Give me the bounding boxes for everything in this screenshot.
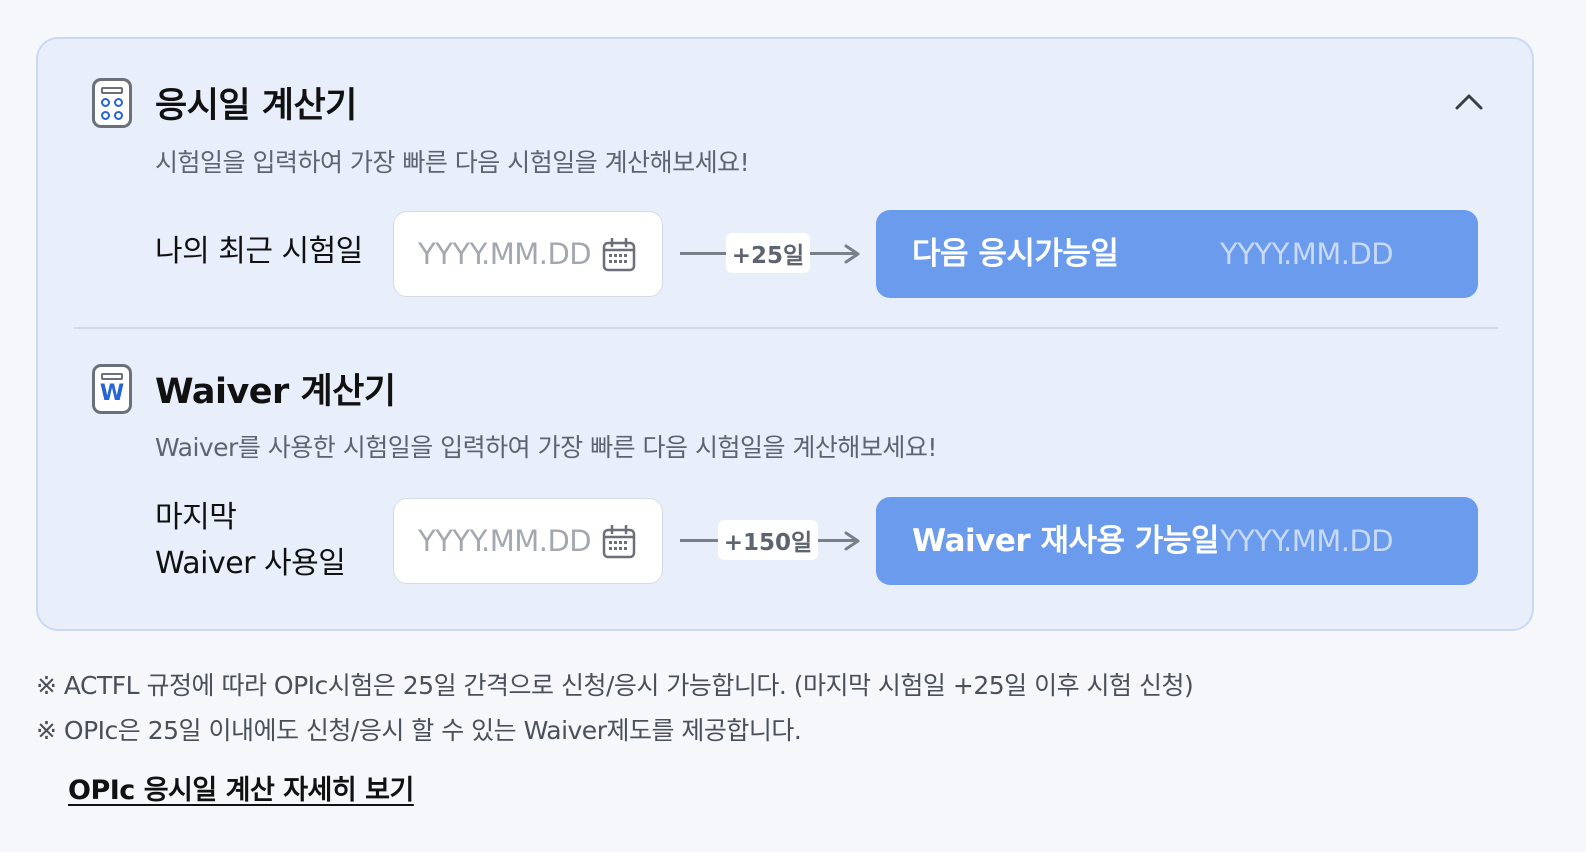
calculator-icon [92,77,132,128]
waiver-calculator-header: W Waiver 계산기 [92,363,396,414]
offset-badge: +150일 [718,520,818,560]
exam-date-calculator-header: 응시일 계산기 [92,77,357,128]
calendar-icon[interactable] [602,238,636,272]
last-waiver-date-label-line2: Waiver 사용일 [155,546,346,581]
recent-exam-date-label: 나의 최근 시험일 [155,234,363,269]
exam-date-calculator-description: 시험일을 입력하여 가장 빠른 다음 시험일을 계산해보세요! [155,148,750,177]
calculator-panel: 응시일 계산기 시험일을 입력하여 가장 빠른 다음 시험일을 계산해보세요! … [36,37,1534,631]
last-waiver-date-placeholder: YYYY.MM.DD [418,524,592,558]
note-waiver-system: ※ OPIc은 25일 이내에도 신청/응시 할 수 있는 Waiver제도를 … [36,716,802,745]
notes: ※ ACTFL 규정에 따라 OPIc시험은 25일 간격으로 신청/응시 가능… [36,668,1194,758]
offset-badge: +25일 [726,233,810,273]
exam-date-calculator-title: 응시일 계산기 [155,86,357,126]
last-waiver-date-label: 마지막 Waiver 사용일 [155,495,346,587]
next-available-date-result: 다음 응시가능일 YYYY.MM.DD [876,210,1478,298]
next-available-date-value: YYYY.MM.DD [1220,237,1394,271]
waiver-reuse-date-value: YYYY.MM.DD [1220,524,1394,558]
next-available-date-label: 다음 응시가능일 [912,236,1119,272]
recent-exam-date-placeholder: YYYY.MM.DD [418,237,592,271]
note-actfl-rule: ※ ACTFL 규정에 따라 OPIc시험은 25일 간격으로 신청/응시 가능… [36,671,1194,700]
detail-link[interactable]: OPIc 응시일 계산 자세히 보기 [68,768,414,807]
plus-150-days-connector: +150일 [680,520,862,560]
waiver-reuse-date-result: Waiver 재사용 가능일 YYYY.MM.DD [876,497,1478,585]
section-divider [74,327,1498,329]
arrow-right-icon [844,531,860,551]
chevron-up-icon[interactable] [1454,89,1484,113]
arrow-right-icon [844,244,860,264]
last-waiver-date-input[interactable]: YYYY.MM.DD [393,498,663,584]
recent-exam-date-input[interactable]: YYYY.MM.DD [393,211,663,297]
plus-25-days-connector: +25일 [680,233,862,273]
calendar-icon[interactable] [602,525,636,559]
waiver-reuse-date-label: Waiver 재사용 가능일 [912,523,1219,559]
last-waiver-date-label-line1: 마지막 [155,500,237,535]
waiver-calculator-icon: W [92,363,132,414]
waiver-calculator-title: Waiver 계산기 [155,372,396,412]
waiver-calculator-description: Waiver를 사용한 시험일을 입력하여 가장 빠른 다음 시험일을 계산해보… [155,433,937,462]
